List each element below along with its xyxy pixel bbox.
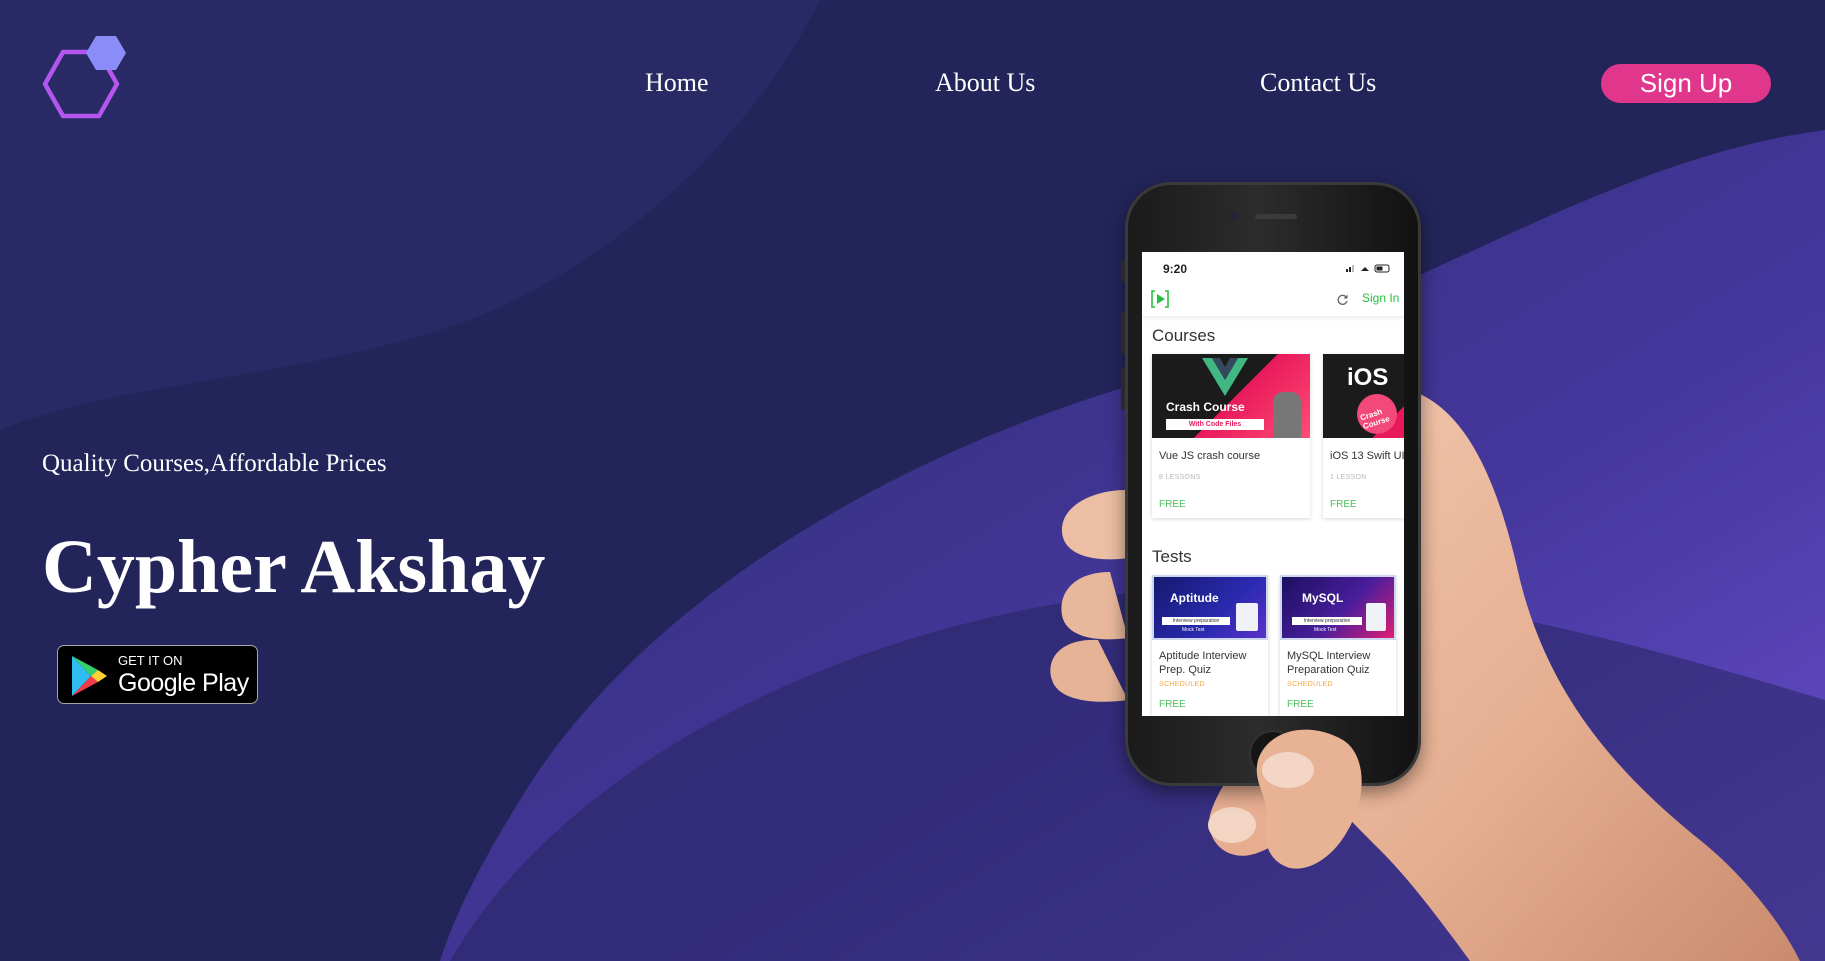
hero-tagline: Quality Courses,Affordable Prices <box>42 450 387 477</box>
course-thumbnail: Crash Course With Code Files <box>1152 354 1310 438</box>
google-play-badge-small-text: GET IT ON <box>118 653 183 668</box>
test-thumbnail: Aptitude Interview preparation Mock Test <box>1152 575 1268 640</box>
test-thumbnail-title: Aptitude <box>1170 591 1219 605</box>
course-lessons: 1 LESSON <box>1330 474 1367 481</box>
test-name: Aptitude Interview Prep. Quiz <box>1159 650 1247 676</box>
test-thumbnail: MySQL Interview preparation Mock Test <box>1280 575 1396 640</box>
test-thumbnail-subtitle: Interview preparation <box>1162 617 1230 625</box>
status-bar-icons <box>1346 264 1390 273</box>
test-status: SCHEDULED <box>1159 681 1205 688</box>
test-thumbnail-subtitle: Interview preparation <box>1292 617 1362 625</box>
app-top-bar: Sign In <box>1142 282 1404 317</box>
phone-camera <box>1229 212 1237 220</box>
courses-section-title: Courses <box>1152 326 1216 345</box>
google-play-badge[interactable]: GET IT ON Google Play <box>57 645 258 704</box>
hero-title: Cypher Akshay <box>42 525 546 609</box>
course-thumbnail-title: Crash Course <box>1166 400 1245 414</box>
play-bracket-icon[interactable] <box>1151 290 1169 308</box>
landing-page: Home About Us Contact Us Sign Up Quality… <box>0 0 1825 961</box>
course-card[interactable]: iOS Crash Course iOS 13 Swift UI 1 LESSO… <box>1323 354 1404 518</box>
app-sign-in-link[interactable]: Sign In <box>1362 291 1399 305</box>
test-thumbnail-tag: Mock Test <box>1314 627 1337 633</box>
nav-home-link[interactable]: Home <box>645 66 709 100</box>
test-card[interactable]: MySQL Interview preparation Mock Test My… <box>1280 575 1396 716</box>
course-thumbnail-title: iOS <box>1347 364 1389 391</box>
phone-mute-switch <box>1121 260 1125 282</box>
instructor-photo <box>1273 392 1301 438</box>
test-price: FREE <box>1159 699 1186 710</box>
test-name: MySQL Interview Preparation Quiz <box>1287 650 1371 676</box>
quiz-clipboard-graphic <box>1236 603 1258 631</box>
vue-logo-icon <box>1202 358 1248 396</box>
test-status: SCHEDULED <box>1287 681 1333 688</box>
tests-section-title: Tests <box>1152 547 1192 566</box>
google-play-icon <box>72 656 107 696</box>
course-price: FREE <box>1330 499 1357 510</box>
course-lessons: 8 LESSONS <box>1159 474 1201 481</box>
google-play-badge-big-text: Google Play <box>118 669 249 697</box>
course-thumbnail-subtitle: With Code Files <box>1166 419 1264 430</box>
course-name: iOS 13 Swift UI <box>1330 450 1404 462</box>
test-thumbnail-title: MySQL <box>1302 591 1344 605</box>
phone-volume-down <box>1121 368 1125 410</box>
test-thumbnail-tag: Mock Test <box>1182 627 1205 633</box>
phone-mockup: 9:20 Sign In Courses Crash Course With C… <box>1121 182 1421 786</box>
phone-screen: 9:20 Sign In Courses Crash Course With C… <box>1142 252 1404 716</box>
quiz-clipboard-graphic <box>1366 603 1386 631</box>
test-card[interactable]: Aptitude Interview preparation Mock Test… <box>1152 575 1268 716</box>
course-thumbnail: iOS Crash Course <box>1323 354 1404 438</box>
refresh-icon[interactable] <box>1336 293 1349 306</box>
course-card[interactable]: Crash Course With Code Files Vue JS cras… <box>1152 354 1310 518</box>
phone-volume-up <box>1121 312 1125 354</box>
status-time: 9:20 <box>1163 262 1188 276</box>
thumb-illustration <box>1256 729 1362 869</box>
sign-up-button[interactable]: Sign Up <box>1601 64 1771 103</box>
phone-speaker <box>1255 214 1297 219</box>
nav-contact-link[interactable]: Contact Us <box>1260 66 1376 100</box>
course-name: Vue JS crash course <box>1159 450 1261 462</box>
hexagon-logo-icon[interactable] <box>40 34 132 130</box>
course-price: FREE <box>1159 499 1186 510</box>
nav-about-link[interactable]: About Us <box>935 66 1035 100</box>
